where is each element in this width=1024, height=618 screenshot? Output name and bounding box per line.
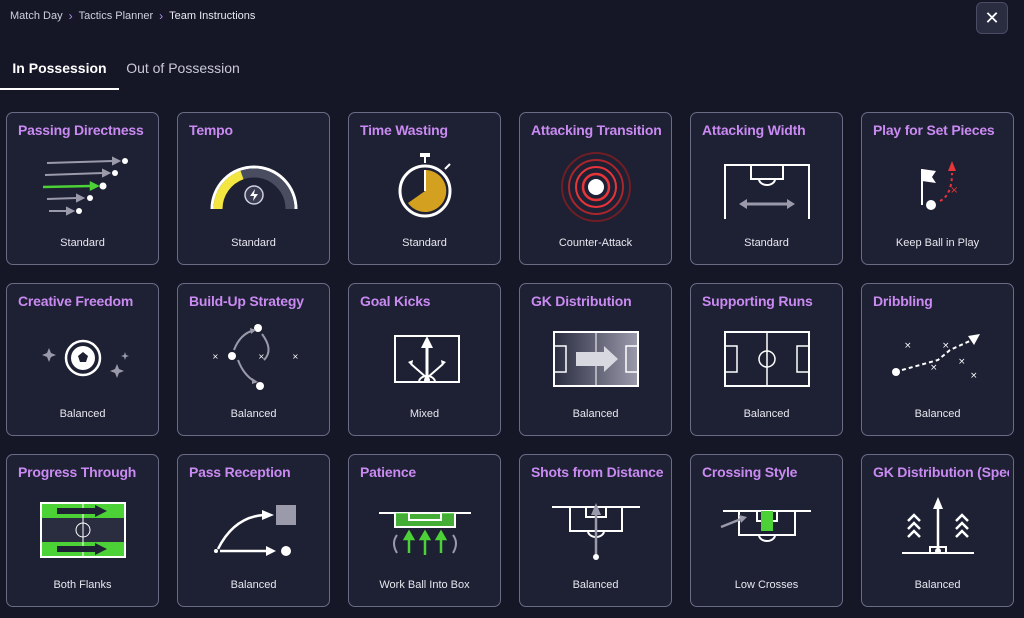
card-supporting-runs[interactable]: Supporting Runs Balanced [690, 283, 843, 436]
pitch-arrow-icon [553, 331, 639, 387]
svg-text:×: × [958, 357, 966, 367]
gk-speed-icon [902, 497, 974, 554]
card-time-wasting[interactable]: Time Wasting Standard [348, 112, 501, 265]
card-title: Supporting Runs [702, 293, 813, 309]
card-value: Standard [402, 237, 447, 249]
shot-distance-icon [552, 503, 640, 560]
card-play-for-set-pieces[interactable]: Play for Set Pieces × Keep Ball in Play [861, 112, 1014, 265]
card-gk-distribution-speed[interactable]: GK Distribution (Speed) Balanced [861, 454, 1014, 607]
build-up-icon: × × × [212, 324, 299, 390]
svg-text:×: × [930, 363, 938, 373]
card-value: Balanced [572, 579, 619, 591]
radar-rings-icon [561, 152, 631, 222]
svg-text:×: × [258, 352, 265, 361]
card-title: Attacking Transition [531, 122, 662, 138]
card-crossing-style[interactable]: Crossing Style Low Crosses [690, 454, 843, 607]
breadcrumb-item-match-day[interactable]: Match Day [10, 10, 63, 22]
svg-text:×: × [292, 352, 299, 361]
card-value: Balanced [743, 408, 790, 420]
pass-reception-icon [214, 505, 296, 556]
card-title: Patience [360, 464, 416, 480]
card-title: Pass Reception [189, 464, 291, 480]
corner-flag-icon: × [921, 161, 958, 210]
chevron-right-icon: › [68, 9, 73, 23]
stopwatch-icon [398, 153, 452, 218]
card-title: Shots from Distance [531, 464, 664, 480]
card-tempo[interactable]: Tempo Standard [177, 112, 330, 265]
dribble-path-icon: × × × × × [892, 334, 980, 381]
tab-bar: In Possession Out of Possession [0, 52, 1024, 90]
card-value: Work Ball Into Box [379, 579, 470, 591]
card-value: Balanced [230, 579, 277, 591]
card-title: Progress Through [18, 464, 137, 480]
card-value: Standard [744, 237, 789, 249]
ball-sparkle-icon [42, 339, 129, 378]
svg-text:×: × [904, 341, 912, 351]
pitch-icon [724, 331, 810, 387]
card-value: Balanced [914, 579, 961, 591]
card-attacking-transition[interactable]: Attacking Transition Counter-Attack [519, 112, 672, 265]
passing-arrows-icon [42, 156, 128, 216]
tempo-gauge-icon [210, 165, 298, 210]
card-value: Mixed [409, 408, 440, 420]
card-value: Standard [60, 237, 105, 249]
card-value: Low Crosses [734, 579, 799, 591]
card-value: Standard [231, 237, 276, 249]
crossing-icon [720, 510, 811, 542]
close-icon: ✕ [984, 7, 1000, 28]
card-value: Keep Ball in Play [895, 237, 980, 249]
card-title: Build-Up Strategy [189, 293, 304, 309]
card-dribbling[interactable]: Dribbling × × × × × Balanced [861, 283, 1014, 436]
pitch-width-icon [724, 164, 810, 219]
card-patience[interactable]: Patience Work Ball Into Box [348, 454, 501, 607]
card-title: Passing Directness [18, 122, 144, 138]
card-title: GK Distribution [531, 293, 632, 309]
card-title: Dribbling [873, 293, 933, 309]
card-value: Balanced [230, 408, 277, 420]
card-gk-distribution[interactable]: GK Distribution Balanced [519, 283, 672, 436]
card-progress-through[interactable]: Progress Through Both Flanks [6, 454, 159, 607]
card-title: Creative Freedom [18, 293, 134, 309]
card-value: Balanced [572, 408, 619, 420]
instruction-grid: Passing Directness Standard Tempo Standa… [6, 112, 1014, 607]
svg-text:×: × [970, 371, 978, 381]
card-value: Both Flanks [53, 579, 112, 591]
card-title: Play for Set Pieces [873, 122, 995, 138]
tab-in-possession[interactable]: In Possession [0, 52, 119, 90]
chevron-right-icon: › [159, 9, 164, 23]
card-title: Tempo [189, 122, 233, 138]
card-value: Balanced [914, 408, 961, 420]
card-title: Goal Kicks [360, 293, 431, 309]
card-shots-from-distance[interactable]: Shots from Distance Balanced [519, 454, 672, 607]
card-build-up-strategy[interactable]: Build-Up Strategy × × × Balanced [177, 283, 330, 436]
svg-text:×: × [212, 352, 219, 361]
patience-box-icon [379, 512, 471, 555]
card-title: Time Wasting [360, 122, 448, 138]
card-passing-directness[interactable]: Passing Directness Standard [6, 112, 159, 265]
close-button[interactable]: ✕ [976, 2, 1008, 34]
card-value: Counter-Attack [558, 237, 633, 249]
card-attacking-width[interactable]: Attacking Width Standard [690, 112, 843, 265]
card-goal-kicks[interactable]: Goal Kicks Mixed [348, 283, 501, 436]
svg-text:×: × [950, 185, 958, 196]
breadcrumb-item-tactics-planner[interactable]: Tactics Planner [79, 10, 154, 22]
card-title: GK Distribution (Speed) [873, 464, 1009, 480]
card-pass-reception[interactable]: Pass Reception Balanced [177, 454, 330, 607]
breadcrumb: Match Day › Tactics Planner › Team Instr… [10, 10, 255, 22]
svg-text:×: × [942, 341, 950, 351]
flanks-pitch-icon [40, 502, 126, 558]
card-value: Balanced [59, 408, 106, 420]
breadcrumb-item-team-instructions: Team Instructions [169, 10, 256, 22]
card-creative-freedom[interactable]: Creative Freedom Balanced [6, 283, 159, 436]
card-title: Crossing Style [702, 464, 798, 480]
card-title: Attacking Width [702, 122, 806, 138]
goal-kick-icon [394, 335, 460, 383]
tab-out-of-possession[interactable]: Out of Possession [119, 52, 247, 90]
